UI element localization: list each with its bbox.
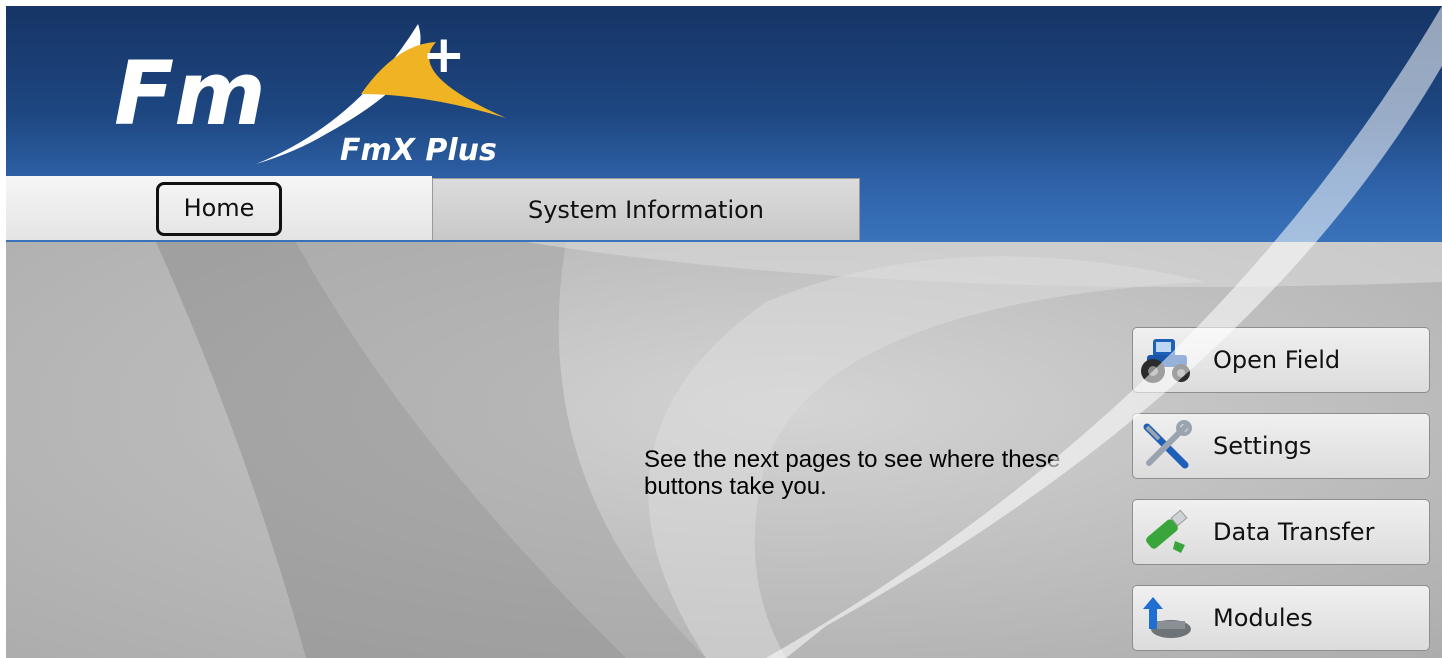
settings-label: Settings xyxy=(1213,432,1312,460)
settings-button[interactable]: Settings xyxy=(1132,413,1430,479)
tab-bar: Home System Information xyxy=(6,176,1442,242)
module-upload-icon xyxy=(1137,589,1195,647)
tractor-icon xyxy=(1137,331,1195,389)
logo-mark: Fm xyxy=(114,42,266,145)
tab-system-information[interactable]: System Information xyxy=(432,178,860,240)
home-content: See the next pages to see where these bu… xyxy=(6,242,1442,658)
hint-text: See the next pages to see where these bu… xyxy=(644,446,1061,500)
product-name: FmX Plus xyxy=(340,133,497,168)
open-field-button[interactable]: Open Field xyxy=(1132,327,1430,393)
tab-home-label: Home xyxy=(183,194,255,222)
open-field-label: Open Field xyxy=(1213,346,1341,374)
usb-drive-icon xyxy=(1137,503,1195,561)
data-transfer-label: Data Transfer xyxy=(1213,518,1375,546)
modules-label: Modules xyxy=(1213,604,1313,632)
app-window: Fm + FmX Plus Home System Information Se… xyxy=(6,6,1442,658)
logo-plus: + xyxy=(422,25,466,85)
data-transfer-button[interactable]: Data Transfer xyxy=(1132,499,1430,565)
fmx-plus-logo: Fm + FmX Plus xyxy=(114,24,506,168)
wrench-screwdriver-icon xyxy=(1137,417,1195,475)
tab-home[interactable]: Home xyxy=(6,176,432,240)
tab-system-information-label: System Information xyxy=(527,195,765,224)
modules-button[interactable]: Modules xyxy=(1132,585,1430,651)
